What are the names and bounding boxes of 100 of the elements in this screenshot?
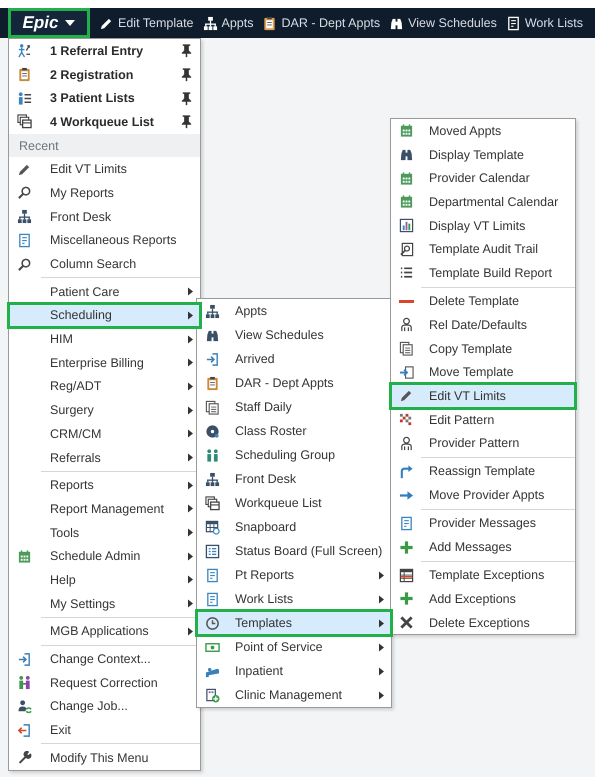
caret-icon — [65, 20, 76, 26]
toolbar-button[interactable]: Edit Template — [99, 16, 194, 30]
binoculars-icon — [399, 147, 414, 162]
clipboard-icon — [205, 376, 220, 390]
menu-item[interactable]: Add Messages — [391, 535, 575, 559]
menu-item[interactable]: CRM/CM — [9, 422, 200, 446]
menu-item[interactable]: Column Search — [9, 252, 200, 276]
menu-item[interactable]: View Schedules — [197, 323, 391, 347]
person-arrow-icon — [17, 43, 32, 58]
menu-item[interactable]: Point of Service — [197, 635, 391, 659]
building-icon — [205, 688, 220, 702]
menu-item[interactable]: Change Context... — [9, 647, 200, 671]
menu-item[interactable]: Edit Pattern — [391, 408, 575, 432]
menu-item[interactable]: Arrived — [197, 347, 391, 371]
menu-item[interactable]: Modify This Menu — [9, 746, 200, 770]
menu-item[interactable]: Front Desk — [197, 467, 391, 491]
menu-item[interactable]: Delete Template — [391, 289, 575, 313]
menu-item[interactable]: Delete Exceptions — [391, 610, 575, 634]
menu-item[interactable]: Front Desk — [9, 204, 200, 228]
menu-item[interactable]: Copy Template — [391, 336, 575, 360]
exit-icon — [17, 722, 32, 738]
menu-item[interactable]: 2 Registration — [9, 62, 200, 86]
menu-item[interactable]: Appts — [197, 299, 391, 323]
pin-icon[interactable] — [179, 90, 194, 106]
pin-icon[interactable] — [179, 43, 194, 58]
calendar-icon — [17, 548, 32, 564]
menu-item[interactable]: Reassign Template — [391, 460, 575, 484]
menu-item[interactable]: Move Template — [391, 360, 575, 384]
toolbar-button[interactable]: DAR - Dept Appts — [262, 16, 380, 30]
menu-item[interactable]: Rel Date/Defaults — [391, 313, 575, 337]
network-icon — [205, 472, 220, 486]
menu-item[interactable]: Pt Reports — [197, 563, 391, 587]
menu-item[interactable]: Display VT Limits — [391, 214, 575, 238]
menu-item[interactable]: Exit — [9, 718, 200, 742]
menu-item[interactable]: Move Provider Appts — [391, 483, 575, 507]
menu-item[interactable]: Report Management — [9, 497, 200, 521]
menu-item[interactable]: Staff Daily — [197, 395, 391, 419]
document-icon — [506, 16, 521, 30]
menu-item[interactable]: Snapboard — [197, 515, 391, 539]
menu-item[interactable]: Reports — [9, 473, 200, 498]
menu-item[interactable]: Edit VT Limits — [391, 384, 575, 408]
menu-item[interactable]: Class Roster — [197, 419, 391, 443]
pin-icon[interactable] — [179, 114, 194, 130]
menu-item[interactable]: Edit VT Limits — [9, 157, 200, 182]
menu-item[interactable]: Reg/ADT — [9, 374, 200, 398]
menu-item[interactable]: Patient Care — [9, 280, 200, 304]
menu-item[interactable]: Clinic Management — [197, 683, 391, 707]
menu-item[interactable]: MGB Applications — [9, 620, 200, 644]
menu-item[interactable]: Departmental Calendar — [391, 190, 575, 214]
menu-item[interactable]: Tools — [9, 520, 200, 544]
menu-item[interactable]: Templates — [197, 611, 391, 635]
menu-item[interactable]: Status Board (Full Screen) — [197, 539, 391, 563]
menu-item[interactable]: Template Audit Trail — [391, 237, 575, 262]
menu-item[interactable]: Change Job... — [9, 694, 200, 718]
menu-item[interactable]: Inpatient — [197, 659, 391, 683]
menu-item[interactable]: 4 Workqueue List — [9, 110, 200, 134]
menu-item[interactable]: My Settings — [9, 592, 200, 616]
menu-item[interactable]: 1 Referral Entry — [9, 39, 200, 63]
menu-item[interactable]: Moved Appts — [391, 119, 575, 143]
menu-item[interactable]: Display Template — [391, 142, 575, 166]
menu-item[interactable]: Work Lists — [197, 587, 391, 611]
epic-menu-button[interactable]: Epic — [8, 8, 90, 38]
pencil-icon — [399, 388, 414, 404]
menu-item[interactable]: Provider Messages — [391, 512, 575, 536]
checker-icon — [399, 412, 414, 428]
menu-item[interactable]: Miscellaneous Reports — [9, 228, 200, 252]
menu-item[interactable]: Schedule Admin — [9, 544, 200, 568]
copy-icon — [205, 400, 220, 414]
menu-item[interactable]: Surgery — [9, 398, 200, 422]
toolbar-button[interactable]: View Schedules — [389, 16, 497, 30]
person-icon — [399, 317, 414, 332]
menu-item[interactable]: Provider Calendar — [391, 166, 575, 190]
menu-item[interactable]: Referrals — [9, 446, 200, 470]
menu-item[interactable]: Request Correction — [9, 670, 200, 695]
calendar-icon — [399, 194, 414, 210]
person-swap-icon — [17, 698, 32, 714]
menu-item[interactable]: Help — [9, 568, 200, 592]
menu-item[interactable]: Workqueue List — [197, 491, 391, 515]
menu-item[interactable]: Scheduling Group — [197, 443, 391, 467]
menu-item[interactable]: Scheduling — [9, 304, 200, 328]
pin-icon[interactable] — [179, 67, 194, 82]
menu-item[interactable]: 3 Patient Lists — [9, 86, 200, 110]
table-icon — [399, 568, 414, 583]
toolbar-button[interactable]: Appts — [202, 16, 254, 30]
menu-item[interactable]: Template Build Report — [391, 261, 575, 285]
menu-item[interactable]: Provider Pattern — [391, 431, 575, 456]
menu-item[interactable]: Add Exceptions — [391, 587, 575, 611]
menu-item[interactable]: Enterprise Billing — [9, 350, 200, 375]
toolbar-button[interactable]: Work Lists — [506, 16, 583, 30]
clipboard-icon — [17, 67, 32, 82]
grid-clock-icon — [205, 520, 220, 534]
network-icon — [205, 304, 220, 318]
menu-item[interactable]: HIM — [9, 327, 200, 351]
wrench-icon — [17, 750, 32, 766]
person-list-icon — [17, 90, 32, 106]
menu-item[interactable]: My Reports — [9, 181, 200, 205]
menu-item[interactable]: DAR - Dept Appts — [197, 371, 391, 395]
menu-item[interactable]: Template Exceptions — [391, 563, 575, 588]
document-icon — [17, 232, 32, 248]
bar-chart-icon — [399, 218, 414, 234]
